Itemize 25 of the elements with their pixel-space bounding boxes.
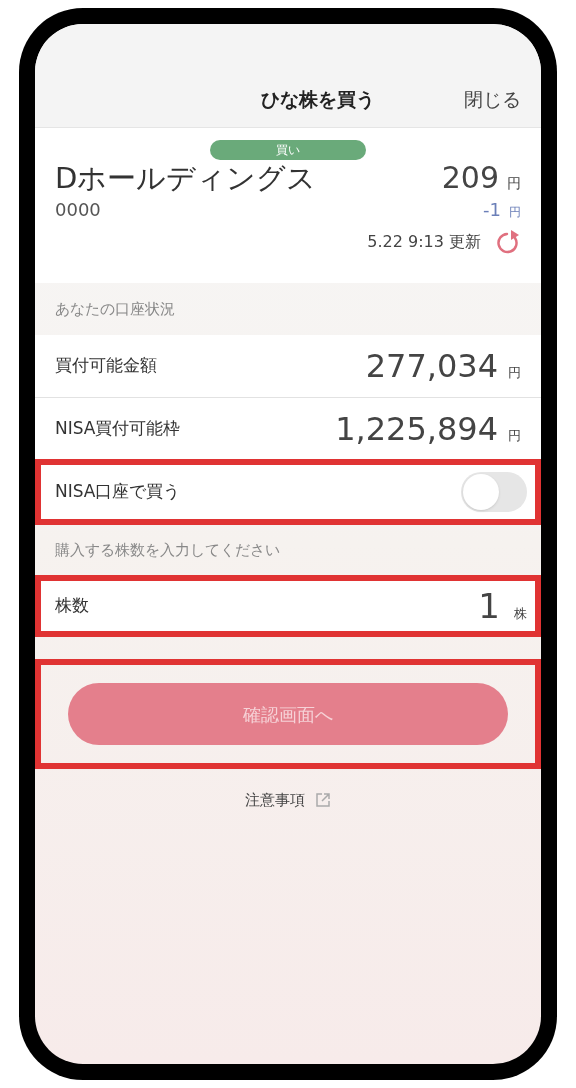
screen-title: ひな株を買う	[261, 86, 375, 112]
toggle-label: NISA口座で買う	[55, 480, 181, 504]
stock-code: 0000	[55, 198, 101, 222]
row-label: 買付可能金額	[55, 354, 157, 378]
amount-unit: 円	[508, 426, 521, 445]
price-change: -1	[483, 198, 501, 222]
section-heading: 購入する株数を入力してください	[55, 539, 280, 561]
refresh-icon[interactable]	[497, 229, 521, 255]
external-link-icon	[315, 792, 331, 809]
row-label: NISA買付可能枠	[55, 416, 181, 440]
quantity-label: 株数	[55, 594, 89, 618]
amount-value: 277,034	[365, 346, 498, 387]
update-time: 5.22 9:13 更新	[367, 231, 481, 253]
amount-value: 1,225,894	[335, 408, 498, 450]
buy-badge: 買い	[210, 140, 366, 160]
amount-unit: 円	[508, 364, 521, 382]
nisa-switch[interactable]	[461, 472, 527, 512]
stock-price: 209	[441, 160, 499, 196]
close-button[interactable]: 閉じる	[464, 84, 521, 113]
notes-link[interactable]: 注意事項	[245, 789, 331, 812]
change-unit: 円	[509, 204, 521, 221]
stock-name: Dホールディングス	[55, 160, 317, 196]
quantity-field[interactable]: 1 株	[478, 580, 527, 632]
section-heading: あなたの口座状況	[55, 298, 175, 320]
price-unit: 円	[507, 174, 521, 193]
